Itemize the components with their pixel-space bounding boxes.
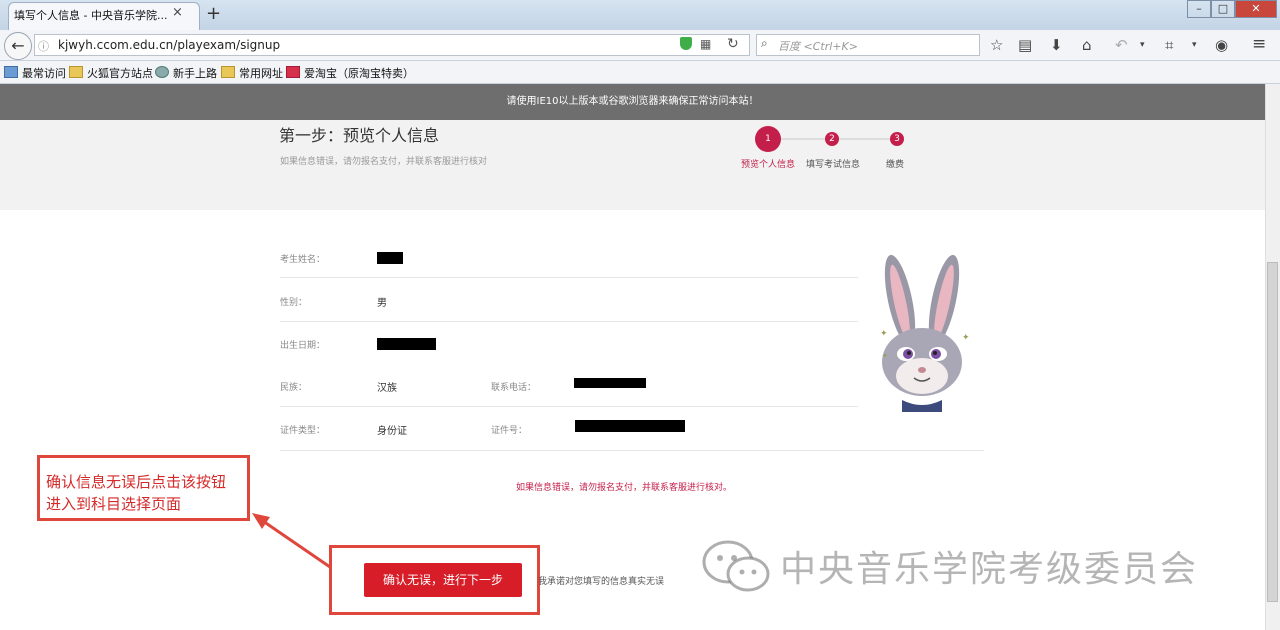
crop-icon[interactable]: ⌗ xyxy=(1165,36,1173,54)
gender-value: 男 xyxy=(377,298,387,309)
bookmark-item-getting-started[interactable]: 新手上路 xyxy=(155,65,217,81)
confirm-next-button[interactable]: 确认无误，进行下一步 xyxy=(364,563,522,597)
undo-icon[interactable]: ↶ xyxy=(1115,36,1128,54)
step-3-label: 缴费 xyxy=(886,160,905,170)
browser-notice: 请使用IE10以上版本或谷歌浏览器来确保正常访问本站！ xyxy=(0,84,1265,120)
download-icon[interactable]: ⬇ xyxy=(1050,36,1063,54)
svg-text:✦: ✦ xyxy=(882,352,888,360)
step-header xyxy=(0,120,1265,210)
id-number-label: 证件号： xyxy=(491,426,528,436)
folder-icon xyxy=(221,66,235,78)
gender-label: 性别： xyxy=(280,298,308,308)
avatar: ✦ ✦ ✦ xyxy=(858,250,986,412)
step-2-label: 填写考试信息 xyxy=(806,160,861,170)
ethnicity-value: 汉族 xyxy=(377,383,397,394)
chat-icon[interactable]: ◉ xyxy=(1215,36,1228,54)
tab-title: 填写个人信息 - 中央音乐学院... xyxy=(14,9,168,22)
folder-icon xyxy=(69,66,83,78)
svg-text:✦: ✦ xyxy=(880,329,888,339)
info-icon[interactable]: ⓘ xyxy=(38,38,49,54)
id-type-value: 身份证 xyxy=(377,426,407,437)
name-redacted xyxy=(377,252,403,264)
scrollbar-thumb[interactable] xyxy=(1267,262,1278,602)
step-3-dot: 3 xyxy=(890,132,904,146)
bookmark-item-firefox[interactable]: 火狐官方站点 xyxy=(69,65,153,81)
rabbit-avatar-icon: ✦ ✦ ✦ xyxy=(880,254,970,412)
promise-text: 我承诺对您填写的信息真实无误 xyxy=(538,577,665,587)
reading-list-icon[interactable]: ▤ xyxy=(1018,36,1032,54)
globe-icon xyxy=(155,66,169,78)
reload-icon[interactable]: ↻ xyxy=(727,36,739,52)
svg-text:✦: ✦ xyxy=(962,333,970,343)
ethnicity-label: 民族： xyxy=(280,383,308,393)
shield-icon[interactable] xyxy=(680,37,692,50)
back-arrow-icon[interactable]: ← xyxy=(4,32,32,60)
home-icon[interactable]: ⌂ xyxy=(1082,36,1092,54)
bookmark-star-icon[interactable]: ☆ xyxy=(990,36,1003,54)
error-message: 如果信息错误，请勿报名支付，并联系客服进行核对。 xyxy=(516,483,733,493)
new-tab-icon[interactable]: + xyxy=(206,3,221,24)
page-subtitle: 如果信息错误，请勿报名支付，并联系客服进行核对 xyxy=(280,157,488,167)
id-number-redacted xyxy=(575,420,685,432)
row-divider xyxy=(280,450,984,451)
crop-dropdown-icon[interactable]: ▾ xyxy=(1192,40,1197,50)
minimize-icon[interactable]: – xyxy=(1187,0,1211,18)
bookmark-item-frequent[interactable]: 最常访问 xyxy=(4,65,66,81)
id-type-label: 证件类型： xyxy=(280,426,326,436)
step-1-label: 预览个人信息 xyxy=(741,160,796,170)
qr-code-icon[interactable]: ▦ xyxy=(700,37,711,51)
annotation-line-1: 确认信息无误后点击该按钮 xyxy=(46,473,227,491)
undo-dropdown-icon[interactable]: ▾ xyxy=(1140,40,1145,50)
menu-icon[interactable]: ≡ xyxy=(1252,34,1266,54)
search-icon: ⌕ xyxy=(761,36,768,50)
name-label: 考生姓名： xyxy=(280,255,326,265)
url-text[interactable]: kjwyh.ccom.edu.cn/playexam/signup xyxy=(58,38,280,52)
birth-label: 出生日期： xyxy=(280,341,326,351)
tab-close-icon[interactable]: × xyxy=(172,5,183,20)
wechat-icon xyxy=(702,540,770,592)
phone-label: 联系电话： xyxy=(491,383,537,393)
birth-redacted xyxy=(377,338,436,350)
step-2-dot: 2 xyxy=(825,132,839,146)
bookmark-icon xyxy=(4,66,18,78)
phone-redacted xyxy=(574,378,646,388)
annotation-line-2: 进入到科目选择页面 xyxy=(46,495,182,513)
maximize-icon[interactable]: □ xyxy=(1211,0,1235,18)
bookmark-item-taobao[interactable]: 爱淘宝（原淘宝特卖） xyxy=(286,65,414,81)
step-1-dot: 1 xyxy=(755,126,781,152)
page-title: 第一步：预览个人信息 xyxy=(279,126,440,145)
watermark: 中央音乐学院考级委员会 xyxy=(780,549,1199,590)
taobao-icon xyxy=(286,66,300,78)
bookmark-item-common[interactable]: 常用网址 xyxy=(221,65,283,81)
search-placeholder[interactable]: 百度 <Ctrl+K> xyxy=(778,38,858,54)
annotation-arrow-icon xyxy=(252,513,331,569)
window-close-icon[interactable]: ✕ xyxy=(1235,0,1277,18)
